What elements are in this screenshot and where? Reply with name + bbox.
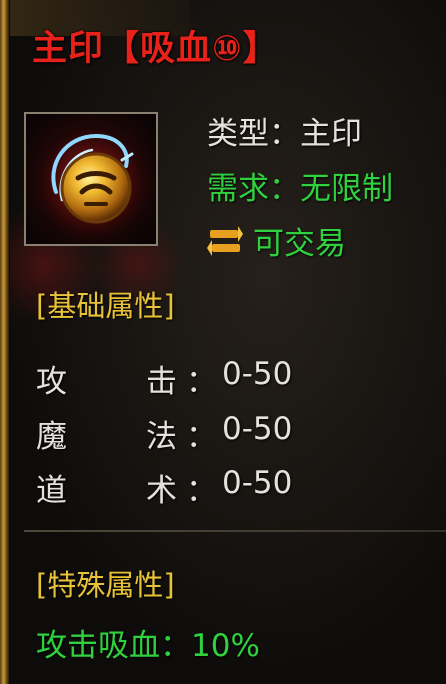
section-divider [24,530,446,532]
special-attributes-header: [特殊属性] [36,568,175,602]
tooltip-frame-edge [0,0,9,684]
item-requirement-line: 需求：无限制 [207,171,393,207]
stat-value: 0-50 [222,356,293,392]
stat-label-char: 术 [146,473,177,509]
item-tradeable-line: 可交易 [207,218,346,263]
stat-label-char: 魔 [36,419,67,455]
stat-value: 0-50 [222,411,293,447]
stat-label-char: 击 [146,364,177,400]
item-type-line: 类型：主印 [207,116,362,152]
stat-label-char: 攻 [36,364,67,400]
stat-colon: ： [186,364,217,400]
trade-label: 可交易 [253,226,346,262]
stat-label-char: 法 [146,419,177,455]
trade-arrows-icon [207,225,243,256]
lifesteal-stat: 攻击吸血：10% [36,628,260,664]
item-title: 主印【吸血⑩】 [32,29,279,69]
golden-seal-orb-icon [36,128,148,240]
stat-colon: ： [186,473,217,509]
basic-attributes-header: [基础属性] [36,289,175,323]
stat-colon: ： [186,419,217,455]
stat-label-char: 道 [36,473,67,509]
item-tooltip: ​ 主印【吸血⑩】 [0,0,446,684]
item-icon-slot[interactable] [24,112,158,246]
stat-value: 0-50 [222,465,293,501]
